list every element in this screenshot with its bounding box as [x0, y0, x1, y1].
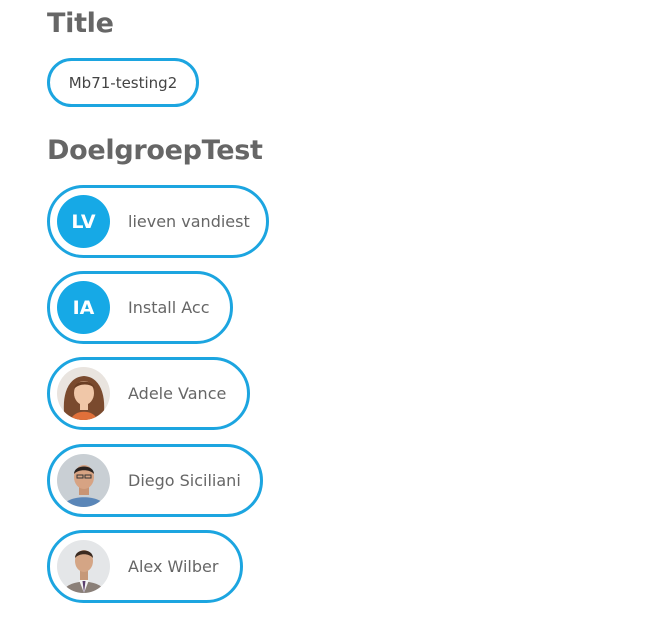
person-pill-adele-vance[interactable]: Adele Vance [47, 357, 250, 430]
photo-avatar-icon [57, 540, 110, 593]
person-name: Diego Siciliani [128, 471, 241, 490]
title-value: Mb71-testing2 [68, 73, 178, 92]
title-value-pill[interactable]: Mb71-testing2 [47, 58, 199, 107]
person-name: Install Acc [128, 298, 210, 317]
person-name: Alex Wilber [128, 557, 219, 576]
avatar [57, 540, 110, 593]
page: Title Mb71-testing2 DoelgroepTest LV lie… [0, 0, 653, 634]
photo-avatar-icon [57, 367, 110, 420]
person-pill-alex-wilber[interactable]: Alex Wilber [47, 530, 243, 603]
person-name: lieven vandiest [128, 212, 250, 231]
avatar [57, 367, 110, 420]
person-pill-lieven-vandiest[interactable]: LV lieven vandiest [47, 185, 269, 258]
photo-avatar-icon [57, 454, 110, 507]
title-heading: Title [47, 8, 114, 39]
avatar: LV [57, 195, 110, 248]
avatar: IA [57, 281, 110, 334]
person-name: Adele Vance [128, 384, 227, 403]
group-heading: DoelgroepTest [47, 135, 263, 166]
person-pill-diego-siciliani[interactable]: Diego Siciliani [47, 444, 263, 517]
person-pill-install-acc[interactable]: IA Install Acc [47, 271, 233, 344]
avatar [57, 454, 110, 507]
